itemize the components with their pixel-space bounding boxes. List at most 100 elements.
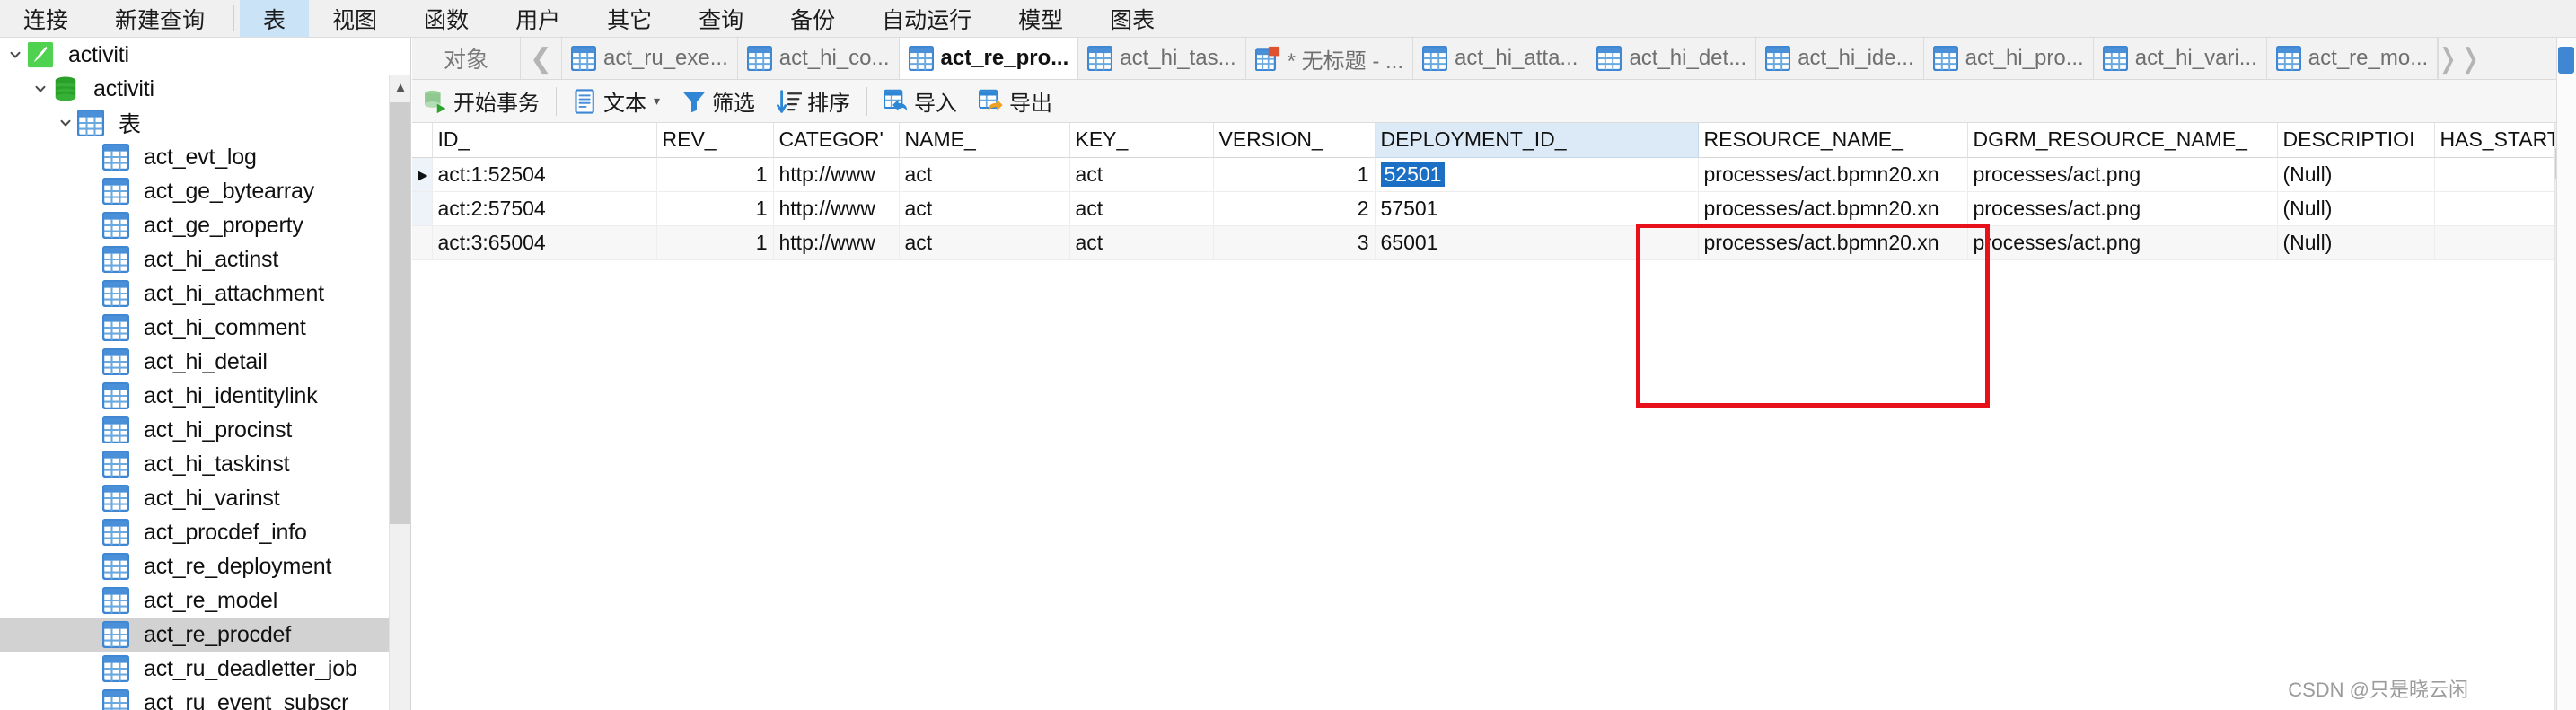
cell-DEPLOYMENT_ID_[interactable]: 52501: [1375, 157, 1699, 192]
filter-button[interactable]: 筛选: [671, 83, 766, 119]
cell-DEPLOYMENT_ID_[interactable]: 65001: [1375, 225, 1699, 260]
menu-item-user[interactable]: 用户: [492, 0, 584, 37]
tree-item-act_ru_deadletter_job[interactable]: act_ru_deadletter_job: [0, 652, 410, 686]
tab-act_hi_tas[interactable]: act_hi_tas...: [1077, 38, 1245, 79]
tree-item-act_hi_comment[interactable]: act_hi_comment: [0, 311, 410, 345]
begin-transaction-button[interactable]: 开始事务: [412, 83, 550, 119]
scroll-up-arrow-icon[interactable]: ▲: [390, 75, 410, 99]
tree-item-act_re_deployment[interactable]: act_re_deployment: [0, 549, 410, 583]
chevron-down-icon[interactable]: [54, 111, 77, 135]
cell-CATEGORY_[interactable]: http://www: [773, 157, 900, 192]
right-side-panel-strip[interactable]: [2556, 38, 2576, 710]
cell-NAME_[interactable]: act: [899, 225, 1070, 260]
tree-item-act_hi_taskinst[interactable]: act_hi_taskinst: [0, 447, 410, 481]
tab-act_hi_ide[interactable]: act_hi_ide...: [1755, 38, 1923, 79]
cell-RESOURCE_NAME_[interactable]: processes/act.bpmn20.xn: [1698, 225, 1968, 260]
column-header-RESOURCE_NAME_[interactable]: RESOURCE_NAME_: [1698, 123, 1968, 158]
row-marker[interactable]: [412, 191, 433, 226]
cell-VERSION_[interactable]: 3: [1213, 225, 1376, 260]
tab-act_hi_vari[interactable]: act_hi_vari...: [2092, 38, 2266, 79]
tree-item-act_ge_property[interactable]: act_ge_property: [0, 208, 410, 242]
menu-item-new-query[interactable]: 新建查询: [92, 0, 228, 37]
chevron-left-icon[interactable]: ❮: [520, 38, 561, 79]
chevron-right-double-icon[interactable]: ❭❭: [2437, 38, 2482, 79]
cell-DESCRIPTION_[interactable]: (Null): [2277, 225, 2435, 260]
tree-item-act_ru_event_subscr[interactable]: act_ru_event_subscr: [0, 686, 410, 710]
cell-REV_[interactable]: 1: [656, 157, 774, 192]
tab-act_re_mo[interactable]: act_re_mo...: [2265, 38, 2439, 79]
cell-ID_[interactable]: act:1:52504: [432, 157, 657, 192]
column-header-KEY_[interactable]: KEY_: [1069, 123, 1214, 158]
column-header-NAME_[interactable]: NAME_: [899, 123, 1070, 158]
column-header-DGRM_RESOURCE_NAME_[interactable]: DGRM_RESOURCE_NAME_: [1967, 123, 2278, 158]
tree-item-act_hi_identitylink[interactable]: act_hi_identitylink: [0, 379, 410, 413]
row-marker[interactable]: ▸: [412, 157, 433, 192]
cell-DESCRIPTION_[interactable]: (Null): [2277, 191, 2435, 226]
menu-item-table[interactable]: 表: [240, 0, 310, 37]
cell-RESOURCE_NAME_[interactable]: processes/act.bpmn20.xn: [1698, 191, 1968, 226]
cell-ID_[interactable]: act:2:57504: [432, 191, 657, 226]
cell-DEPLOYMENT_ID_[interactable]: 57501: [1375, 191, 1699, 226]
tree-item-act_hi_actinst[interactable]: act_hi_actinst: [0, 242, 410, 276]
cell-DESCRIPTION_[interactable]: (Null): [2277, 157, 2435, 192]
tree-item-act_hi_procinst[interactable]: act_hi_procinst: [0, 413, 410, 447]
column-header-ID_[interactable]: ID_: [432, 123, 657, 158]
menu-item-backup[interactable]: 备份: [767, 0, 858, 37]
cell-KEY_[interactable]: act: [1069, 157, 1214, 192]
cell-REV_[interactable]: 1: [656, 191, 774, 226]
tree-item-act_hi_detail[interactable]: act_hi_detail: [0, 345, 410, 379]
tab-act_ru_exe[interactable]: act_ru_exe...: [561, 38, 737, 79]
tree-item-activiti[interactable]: activiti: [0, 38, 410, 72]
cell-CATEGORY_[interactable]: http://www: [773, 191, 900, 226]
tab-act_re_pro[interactable]: act_re_pro...: [898, 38, 1078, 79]
menu-item-connection[interactable]: 连接: [0, 0, 92, 37]
table-row[interactable]: act:2:57504 1 http://www act act 2 57501 proces…: [412, 191, 2576, 226]
table-row[interactable]: act:3:65004 1 http://www act act 3 65001 proces…: [412, 225, 2576, 260]
tree-item-activiti[interactable]: activiti: [0, 72, 410, 106]
column-header-CATEGORY_[interactable]: CATEGOR': [773, 123, 900, 158]
tab-act_hi_pro[interactable]: act_hi_pro...: [1922, 38, 2093, 79]
text-button[interactable]: 文本 ▾: [562, 83, 671, 119]
data-grid[interactable]: ID_ REV_ CATEGOR' NAME_ KEY_ VERSION_ DEPLOYME…: [412, 123, 2576, 710]
chevron-down-icon[interactable]: [29, 77, 52, 101]
column-header-DEPLOYMENT_ID_[interactable]: DEPLOYMENT_ID_: [1375, 123, 1699, 158]
cell-CATEGORY_[interactable]: http://www: [773, 225, 900, 260]
menu-item-view[interactable]: 视图: [309, 0, 400, 37]
cell-REV_[interactable]: 1: [656, 225, 774, 260]
cell-DGRM_RESOURCE_NAME_[interactable]: processes/act.png: [1967, 191, 2278, 226]
menu-item-function[interactable]: 函数: [400, 0, 492, 37]
cell-NAME_[interactable]: act: [899, 191, 1070, 226]
menu-item-automation[interactable]: 自动运行: [858, 0, 995, 37]
tree-item-act_re_procdef[interactable]: act_re_procdef: [0, 618, 410, 652]
export-button[interactable]: 导出: [968, 83, 1063, 119]
tree-item-act_ge_bytearray[interactable]: act_ge_bytearray: [0, 174, 410, 208]
menu-item-query[interactable]: 查询: [675, 0, 767, 37]
column-header-DESCRIPTION_[interactable]: DESCRIPTIOI: [2277, 123, 2435, 158]
cell-RESOURCE_NAME_[interactable]: processes/act.bpmn20.xn: [1698, 157, 1968, 192]
tree-item-act_hi_attachment[interactable]: act_hi_attachment: [0, 276, 410, 311]
tab-[interactable]: * 无标题 - ...: [1244, 38, 1412, 79]
cell-DGRM_RESOURCE_NAME_[interactable]: processes/act.png: [1967, 157, 2278, 192]
cell-DGRM_RESOURCE_NAME_[interactable]: processes/act.png: [1967, 225, 2278, 260]
cell-VERSION_[interactable]: 2: [1213, 191, 1376, 226]
import-button[interactable]: 导入: [873, 83, 968, 119]
menu-item-chart[interactable]: 图表: [1086, 0, 1178, 37]
menu-item-other[interactable]: 其它: [584, 0, 675, 37]
cell-KEY_[interactable]: act: [1069, 225, 1214, 260]
sort-button[interactable]: 排序: [766, 83, 861, 119]
tree-item-act_re_model[interactable]: act_re_model: [0, 583, 410, 618]
object-tree-sidebar[interactable]: activiti activiti 表 act_evt_log act_ge_bytea…: [0, 38, 411, 710]
tree-item-act_procdef_info[interactable]: act_procdef_info: [0, 515, 410, 549]
tree-item-[interactable]: 表: [0, 106, 410, 140]
tree-item-act_hi_varinst[interactable]: act_hi_varinst: [0, 481, 410, 515]
cell-NAME_[interactable]: act: [899, 157, 1070, 192]
tab-act_hi_atta[interactable]: act_hi_atta...: [1412, 38, 1587, 79]
chevron-down-icon[interactable]: [4, 43, 27, 66]
objects-tab[interactable]: 对象: [412, 38, 520, 79]
sidebar-scrollbar[interactable]: ▲: [389, 75, 410, 710]
menu-item-model[interactable]: 模型: [995, 0, 1086, 37]
column-header-REV_[interactable]: REV_: [656, 123, 774, 158]
tab-act_hi_co[interactable]: act_hi_co...: [736, 38, 899, 79]
chevron-down-icon[interactable]: ▾: [654, 93, 660, 109]
row-marker[interactable]: [412, 225, 433, 260]
